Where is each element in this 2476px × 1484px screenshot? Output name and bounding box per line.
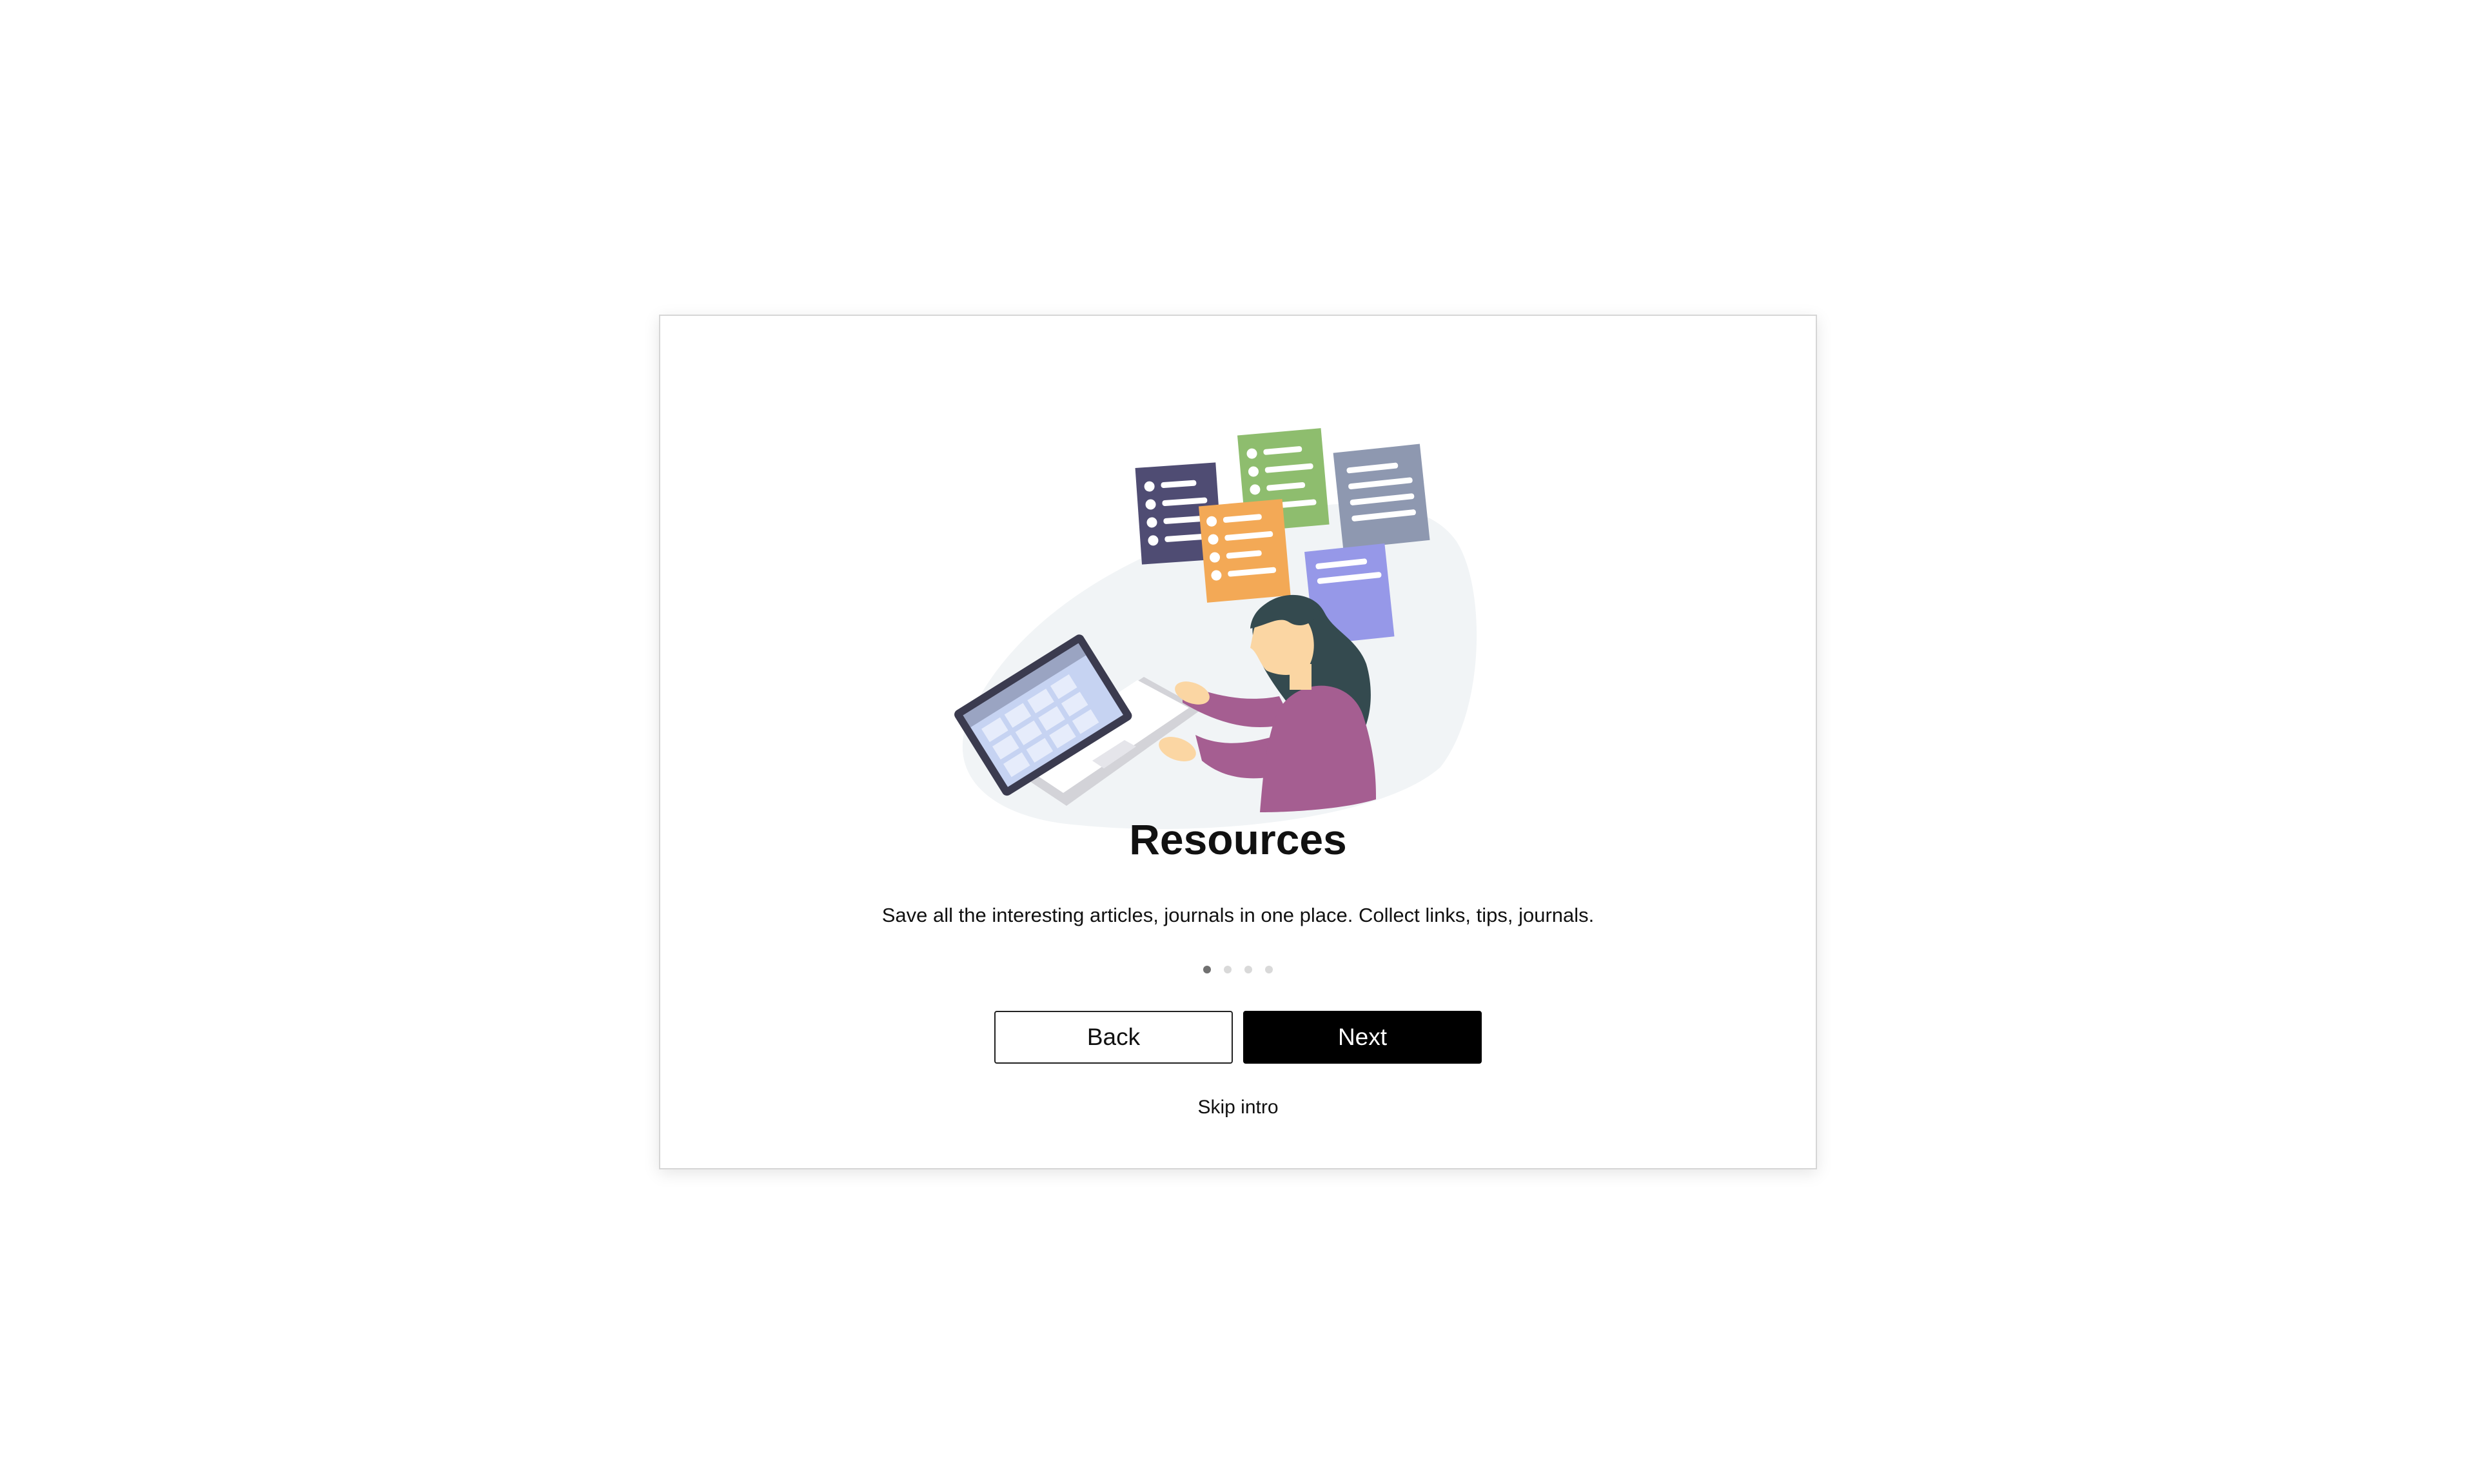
- back-button[interactable]: Back: [994, 1011, 1233, 1064]
- page-description: Save all the interesting articles, journ…: [881, 904, 1595, 926]
- resources-illustration: [954, 428, 1477, 829]
- next-button[interactable]: Next: [1243, 1011, 1482, 1064]
- step-indicator: [660, 966, 1816, 973]
- skip-intro-link[interactable]: Skip intro: [660, 1095, 1816, 1120]
- onboarding-dialog: Resources Save all the interesting artic…: [659, 315, 1817, 1169]
- step-dot[interactable]: [1244, 966, 1252, 973]
- step-dot[interactable]: [1224, 966, 1232, 973]
- step-dot-active[interactable]: [1203, 966, 1211, 973]
- step-dot[interactable]: [1265, 966, 1273, 973]
- page-title: Resources: [1129, 815, 1347, 863]
- document-icon: [1198, 499, 1291, 603]
- document-icon: [1333, 444, 1430, 549]
